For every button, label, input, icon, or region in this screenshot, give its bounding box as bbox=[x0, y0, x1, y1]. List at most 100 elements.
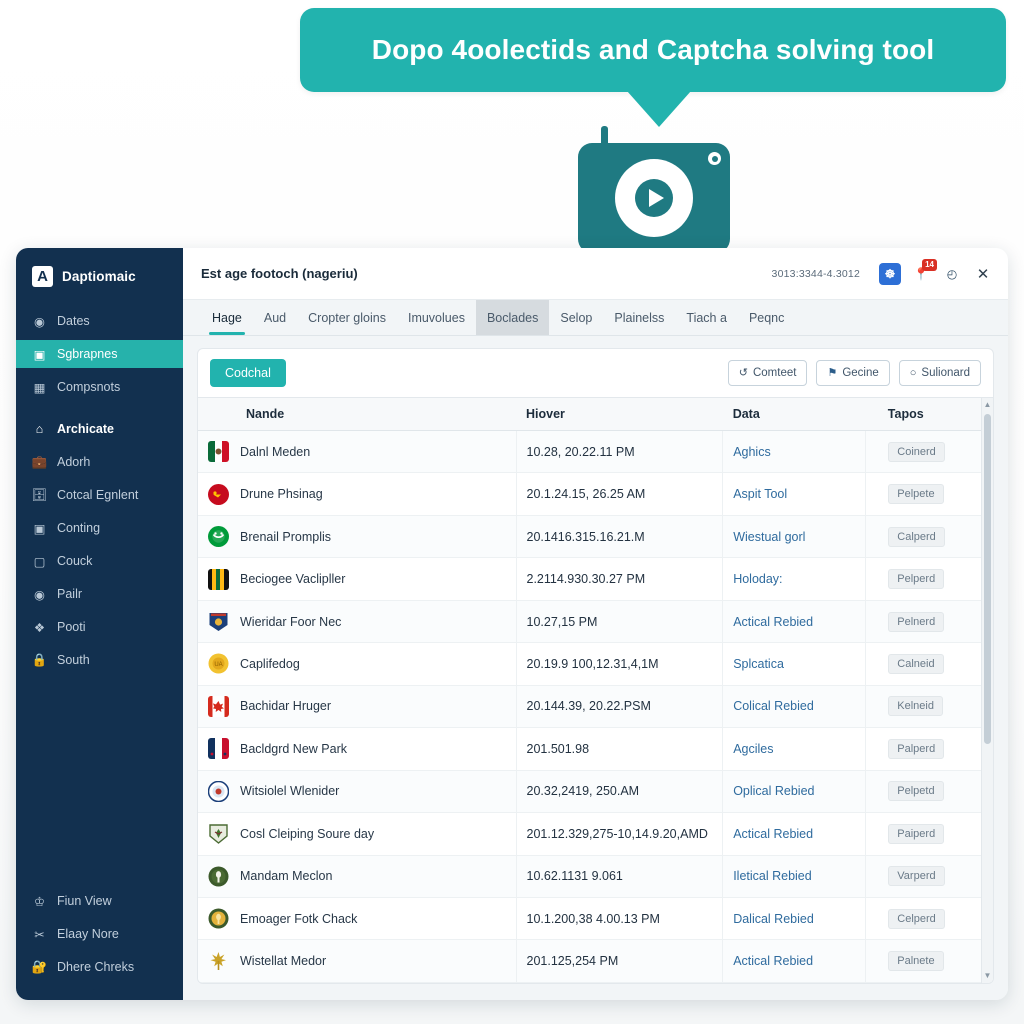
sidebar-item-south[interactable]: 🔒 South bbox=[16, 646, 183, 674]
column-header-hiover[interactable]: Hiover bbox=[516, 398, 723, 431]
brand: A Daptiomaic bbox=[16, 262, 183, 307]
sulionard-button[interactable]: ○ Sulionard bbox=[898, 360, 981, 386]
table-row[interactable]: Bacldgrd New Park 201.501.98 Agciles Palper… bbox=[198, 727, 993, 771]
data-link[interactable]: Aghics bbox=[733, 445, 771, 459]
sidebar-item-dhere-chreks[interactable]: 🔐 Dhere Chreks bbox=[16, 953, 183, 981]
table-row[interactable]: UA Caplifedog 20.19.9 100,12.31,4,1M Splcat… bbox=[198, 642, 993, 686]
tab-cropter-gloins[interactable]: Cropter gloins bbox=[297, 300, 397, 335]
cell-data: Dalical Rebied bbox=[722, 897, 866, 941]
sidebar-item-cotcal-egnlent[interactable]: 🗄 Cotcal Egnlent bbox=[16, 481, 183, 509]
sidebar-item-compsnots[interactable]: ▦ Compsnots bbox=[16, 373, 183, 401]
cell-tapos: Pelperd bbox=[865, 557, 993, 601]
status-badge: Celperd bbox=[888, 908, 945, 929]
cell-tapos: Coinerd bbox=[865, 430, 993, 474]
data-link[interactable]: Oplical Rebied bbox=[733, 784, 814, 798]
scroll-down-icon[interactable]: ▼ bbox=[984, 969, 992, 983]
table-row[interactable]: Drune Phsinag 20.1.24.15, 26.25 AM Aspit T… bbox=[198, 472, 993, 516]
row-name: Bacldgrd New Park bbox=[240, 741, 347, 756]
data-link[interactable]: Agciles bbox=[733, 742, 773, 756]
sidebar-item-dates[interactable]: ◉ Dates bbox=[16, 307, 183, 335]
sidebar-item-label: South bbox=[57, 653, 90, 667]
data-link[interactable]: Actical Rebied bbox=[733, 615, 813, 629]
sidebar-item-conting[interactable]: ▣ Conting bbox=[16, 514, 183, 542]
scrollbar-thumb[interactable] bbox=[984, 414, 991, 744]
gold-medal-icon bbox=[208, 908, 229, 929]
table-row[interactable]: Beciogee Vaclipller 2.2114.930.30.27 PM Ho… bbox=[198, 557, 993, 601]
spain-badge-icon bbox=[208, 483, 229, 505]
sidebar-item-couck[interactable]: ▢ Couck bbox=[16, 547, 183, 575]
vertical-scrollbar[interactable]: ▲ ▼ bbox=[981, 398, 993, 983]
tab-plainelss[interactable]: Plainelss bbox=[603, 300, 675, 335]
column-header-nande[interactable]: Nande bbox=[198, 398, 516, 431]
disc-icon: ◉ bbox=[34, 314, 45, 329]
tab-imuvolues[interactable]: Imuvolues bbox=[397, 300, 476, 335]
cell-tapos: Calperd bbox=[865, 515, 993, 559]
scroll-up-icon[interactable]: ▲ bbox=[984, 398, 992, 412]
gecine-button[interactable]: ⚑ Gecine bbox=[816, 360, 890, 386]
tab-hage[interactable]: Hage bbox=[201, 300, 253, 335]
data-link[interactable]: Dalical Rebied bbox=[733, 912, 814, 926]
sidebar-item-pailr[interactable]: ◉ Pailr bbox=[16, 580, 183, 608]
sidebar-item-fiun-view[interactable]: ♔ Fiun View bbox=[16, 887, 183, 915]
cell-tapos: Kelneid bbox=[865, 685, 993, 729]
tab-aud[interactable]: Aud bbox=[253, 300, 297, 335]
sidebar-item-pooti[interactable]: ❖ Pooti bbox=[16, 613, 183, 641]
comteet-button[interactable]: ↺ Comteet bbox=[727, 360, 808, 386]
name-cell: Wieridar Foor Nec bbox=[208, 611, 506, 632]
cell-tapos: Palperd bbox=[865, 727, 993, 771]
sidebar: A Daptiomaic ◉ Dates ▣ Sgbrapnes ▦ Comps… bbox=[16, 248, 183, 1000]
row-name: Emoager Fotk Chack bbox=[240, 911, 358, 926]
tab-selop[interactable]: Selop bbox=[549, 300, 603, 335]
close-icon[interactable]: ✕ bbox=[972, 263, 994, 285]
data-link[interactable]: Actical Rebied bbox=[733, 827, 813, 841]
status-badge: Pelpete bbox=[888, 484, 944, 505]
clock-icon[interactable]: ◴ bbox=[941, 263, 963, 285]
page-title: Est age footoch (nageriu) bbox=[201, 266, 358, 281]
sidebar-item-archicate[interactable]: ⌂ Archicate bbox=[16, 415, 183, 443]
table-row[interactable]: Mandam Meclon 10.62.1131 9.061 Iletical Re… bbox=[198, 855, 993, 898]
cell-data: Oplical Rebied bbox=[722, 770, 866, 814]
table-row[interactable]: Dalnl Meden 10.28, 20.22.11 PM Aghics Coine… bbox=[198, 430, 993, 474]
data-link[interactable]: Iletical Rebied bbox=[733, 869, 812, 883]
codchal-button[interactable]: Codchal bbox=[210, 359, 286, 387]
callout-tail bbox=[627, 91, 691, 127]
sidebar-item-elaay-nore[interactable]: ✂ Elaay Nore bbox=[16, 920, 183, 948]
case-icon: 🗄 bbox=[31, 487, 48, 502]
table-row[interactable]: Wieridar Foor Nec 10.27,15 PM Actical Rebi… bbox=[198, 600, 993, 644]
brand-name: Daptiomaic bbox=[62, 269, 136, 284]
data-link[interactable]: Colical Rebied bbox=[733, 699, 814, 713]
title-bar-actions: 3013:3344-4.3012 ☸ 📍 14 ◴ ✕ bbox=[772, 258, 994, 285]
tab-tiach-a[interactable]: Tiach a bbox=[675, 300, 738, 335]
table-row[interactable]: Bachidar Hruger 20.144.39, 20.22.PSM Colic… bbox=[198, 685, 993, 729]
data-link[interactable]: Actical Rebied bbox=[733, 954, 813, 968]
table-row[interactable]: Witsiolel Wlenider 20.32,2419, 250.AM Opli… bbox=[198, 770, 993, 814]
column-header-data[interactable]: Data bbox=[722, 398, 866, 431]
status-badge: Palnete bbox=[888, 951, 944, 972]
main-area: Est age footoch (nageriu) 3013:3344-4.30… bbox=[183, 248, 1008, 1000]
button-label: Sulionard bbox=[921, 367, 970, 379]
table-row[interactable]: Brenail Promplis 20.1416.315.16.21.M Wiest… bbox=[198, 515, 993, 559]
gold-badge-icon: UA bbox=[208, 653, 229, 674]
pin-icon[interactable]: 📍 14 bbox=[910, 258, 937, 285]
sidebar-item-adorh[interactable]: 💼 Adorh bbox=[16, 448, 183, 476]
pin-badge: 14 bbox=[922, 258, 937, 271]
sidebar-item-label: Elaay Nore bbox=[57, 927, 119, 941]
tab-boclades[interactable]: Boclades bbox=[475, 300, 550, 335]
table-row[interactable]: Cosl Cleiping Soure day 201.12.329,275-10… bbox=[198, 812, 993, 856]
brazil-badge-icon bbox=[208, 526, 229, 548]
sidebar-item-sgbrapnes[interactable]: ▣ Sgbrapnes bbox=[16, 340, 183, 368]
cell-nande: Drune Phsinag bbox=[198, 472, 516, 516]
column-header-tapos[interactable]: Tapos bbox=[865, 398, 993, 431]
data-link[interactable]: Aspit Tool bbox=[733, 487, 787, 501]
data-link[interactable]: Holoday: bbox=[733, 572, 782, 586]
status-badge: Varperd bbox=[888, 866, 945, 887]
tab-peqnc[interactable]: Peqnc bbox=[738, 300, 795, 335]
row-name: Wieridar Foor Nec bbox=[240, 614, 342, 629]
table-row[interactable]: Emoager Fotk Chack 10.1.200,38 4.00.13 PM… bbox=[198, 897, 993, 941]
status-badge: Calperd bbox=[888, 526, 945, 547]
table-row[interactable]: Wistellat Medor 201.125,254 PM Actical Reb… bbox=[198, 939, 993, 983]
france-flag-icon bbox=[208, 738, 229, 760]
data-link[interactable]: Splcatica bbox=[733, 657, 784, 671]
account-icon[interactable]: ☸ bbox=[879, 262, 901, 285]
data-link[interactable]: Wiestual gorl bbox=[733, 530, 805, 544]
